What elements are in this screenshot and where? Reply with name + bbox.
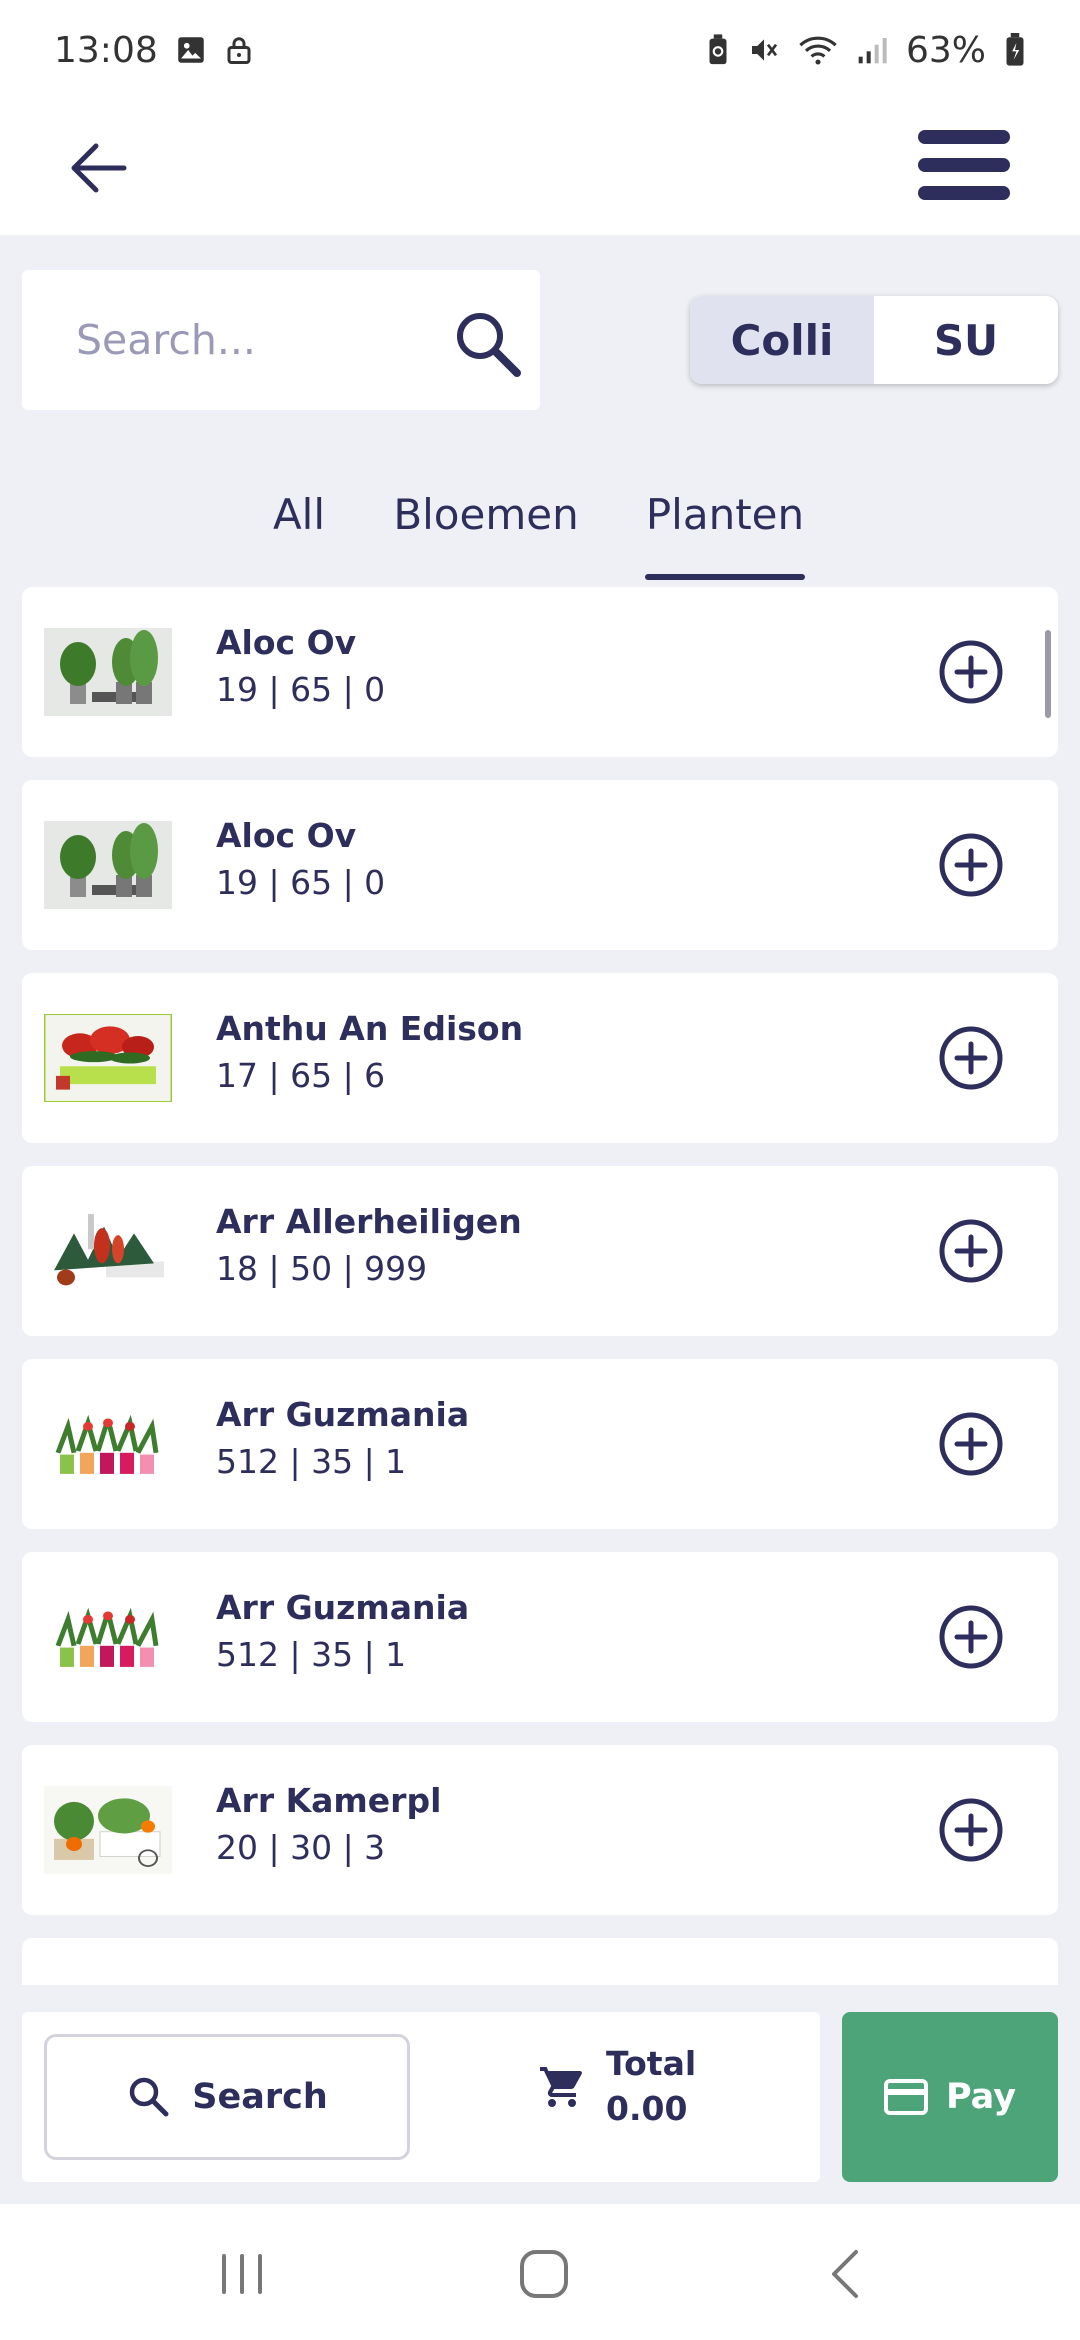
product-name: Arr Kamerpl (216, 1781, 442, 1820)
tab-bloemen[interactable]: Bloemen (393, 480, 578, 580)
total-text: Total 0.00 (606, 2042, 696, 2131)
search-box (22, 270, 540, 410)
add-circle-icon[interactable] (938, 1025, 1004, 1091)
cart-icon (540, 2066, 582, 2107)
pay-button-label: Pay (945, 2077, 1017, 2117)
search-icon (130, 2077, 169, 2117)
add-circle-icon[interactable] (938, 1218, 1004, 1284)
product-item-partial[interactable] (22, 1938, 1058, 1985)
status-right: 63% (706, 30, 1026, 71)
unit-option-colli[interactable]: Colli (690, 296, 874, 384)
search-button-label: Search (192, 2077, 328, 2117)
credit-card-icon (883, 2079, 928, 2115)
hamburger-menu-icon[interactable] (914, 120, 1014, 210)
wifi-icon (799, 36, 837, 65)
product-name: Aloc Ov (216, 623, 357, 662)
category-tabs: All Bloemen Planten (0, 480, 1080, 580)
product-meta: 20 | 30 | 3 (216, 1828, 386, 1867)
product-name: Aloc Ov (216, 816, 357, 855)
product-item[interactable]: Arr Allerheiligen 18 | 50 | 999 (22, 1166, 1058, 1336)
product-item[interactable]: Arr Guzmania 512 | 35 | 1 (22, 1359, 1058, 1529)
total-label: Total (606, 2044, 697, 2083)
product-thumbnail (44, 1593, 172, 1681)
add-circle-icon[interactable] (938, 639, 1004, 705)
search-icon[interactable] (450, 306, 526, 382)
recents-icon[interactable] (212, 2244, 272, 2304)
product-meta: 19 | 65 | 0 (216, 863, 386, 902)
pay-button[interactable]: Pay (842, 2012, 1058, 2182)
bottom-panel: Search Total 0.00 (22, 2012, 820, 2182)
product-thumbnail (44, 1786, 172, 1874)
battery-saver-icon (709, 34, 727, 65)
battery-percent: 63% (905, 29, 986, 71)
tab-planten[interactable]: Planten (645, 480, 805, 580)
search-button[interactable]: Search (44, 2034, 410, 2160)
add-circle-icon[interactable] (938, 1411, 1004, 1477)
product-thumbnail (44, 1400, 172, 1488)
app-header (0, 100, 1080, 235)
gallery-notification-icon (178, 37, 204, 63)
product-item[interactable]: Arr Guzmania 512 | 35 | 1 (22, 1552, 1058, 1722)
product-thumbnail (44, 628, 172, 716)
back-arrow-icon[interactable] (62, 128, 142, 208)
product-thumbnail (44, 1207, 172, 1295)
product-item[interactable]: Aloc Ov 19 | 65 | 0 (22, 587, 1058, 757)
product-item[interactable]: Anthu An Edison 17 | 65 | 6 (22, 973, 1058, 1143)
unit-toggle: Colli SU (690, 296, 1058, 384)
product-meta: 512 | 35 | 1 (216, 1442, 407, 1481)
product-name: Arr Guzmania (216, 1395, 470, 1434)
unit-option-su[interactable]: SU (874, 296, 1058, 384)
tab-all[interactable]: All (268, 480, 330, 580)
product-name: Anthu An Edison (216, 1009, 524, 1048)
add-circle-icon[interactable] (938, 1604, 1004, 1670)
product-item[interactable]: Aloc Ov 19 | 65 | 0 (22, 780, 1058, 950)
system-nav-bar (0, 2204, 1080, 2340)
lock-notification-icon (227, 37, 251, 64)
product-name: Arr Guzmania (216, 1588, 470, 1627)
status-time: 13:08 (54, 29, 158, 71)
product-meta: 18 | 50 | 999 (216, 1249, 428, 1288)
mute-icon (751, 39, 778, 61)
status-left: 13:08 (54, 30, 254, 71)
product-meta: 512 | 35 | 1 (216, 1635, 407, 1674)
product-thumbnail (44, 1014, 172, 1102)
status-bar: 13:08 63% (0, 0, 1080, 100)
bottom-action-bar: Search Total 0.00 Pay (22, 2012, 1058, 2182)
battery-icon (1006, 33, 1024, 66)
signal-icon (858, 38, 887, 64)
product-meta: 19 | 65 | 0 (216, 670, 386, 709)
product-list: Aloc Ov 19 | 65 | 0 Aloc Ov 19 | 65 | 0 (22, 587, 1058, 1985)
total-value: 0.00 (606, 2088, 688, 2128)
search-input[interactable] (76, 310, 436, 370)
product-thumbnail (44, 821, 172, 909)
total-block: Total 0.00 (538, 2042, 696, 2131)
list-scrollbar[interactable] (1045, 630, 1051, 718)
add-circle-icon[interactable] (938, 832, 1004, 898)
back-nav-icon[interactable] (818, 2244, 878, 2304)
home-icon[interactable] (514, 2244, 574, 2304)
add-circle-icon[interactable] (938, 1797, 1004, 1863)
product-meta: 17 | 65 | 6 (216, 1056, 386, 1095)
product-name: Arr Allerheiligen (216, 1202, 522, 1241)
product-item[interactable]: Arr Kamerpl 20 | 30 | 3 (22, 1745, 1058, 1915)
